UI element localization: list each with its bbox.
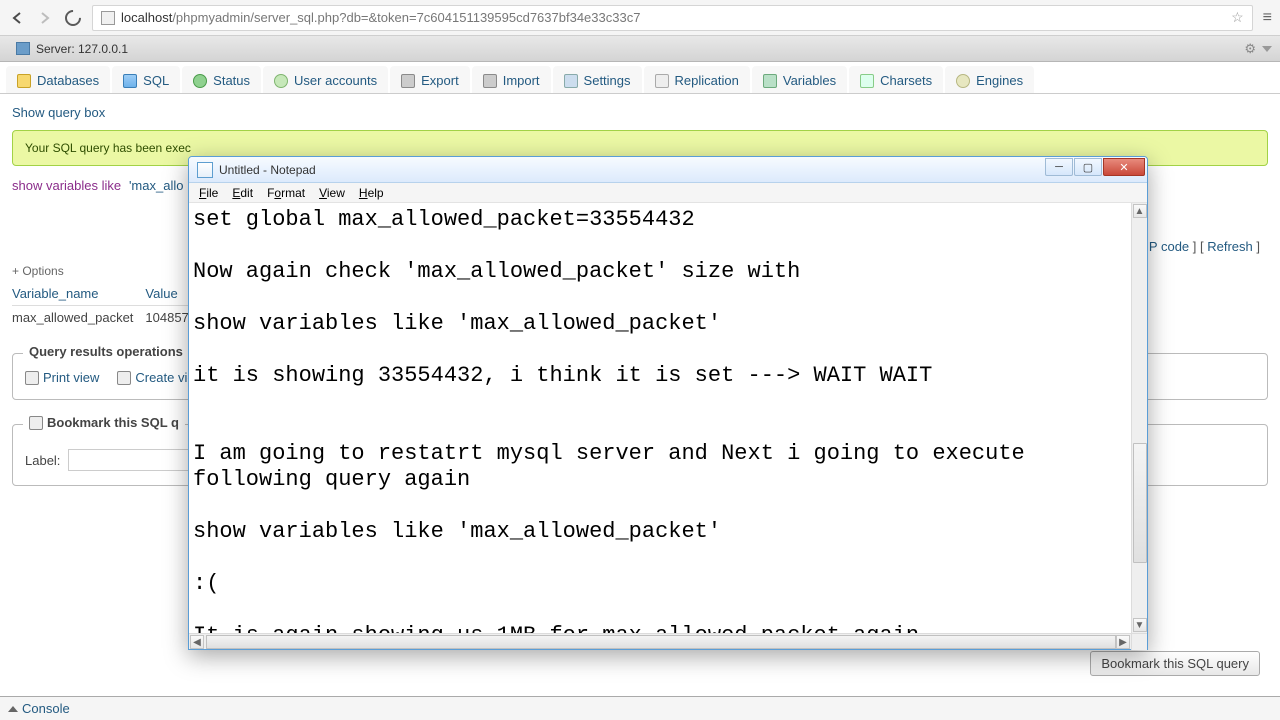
scroll-up-icon[interactable]: ▲	[1133, 204, 1147, 218]
menu-format[interactable]: Format	[261, 185, 311, 201]
sql-icon	[123, 74, 137, 88]
charsets-icon	[860, 74, 874, 88]
show-query-box-link[interactable]: Show query box	[12, 105, 105, 120]
browser-menu-icon[interactable]: ≡	[1263, 9, 1272, 27]
engines-icon	[956, 74, 970, 88]
table-header-row: Variable_name Value	[12, 282, 208, 306]
server-icon	[16, 42, 30, 55]
tab-settings[interactable]: Settings	[553, 66, 642, 93]
menu-view[interactable]: View	[313, 185, 351, 201]
settings-icon	[564, 74, 578, 88]
top-tabs: Databases SQL Status User accounts Expor…	[0, 62, 1280, 94]
notepad-window: Untitled - Notepad ─ ▢ ✕ File Edit Forma…	[188, 156, 1148, 650]
tab-charsets[interactable]: Charsets	[849, 66, 943, 93]
notepad-icon	[197, 162, 213, 178]
tab-import[interactable]: Import	[472, 66, 551, 93]
server-label: Server: 127.0.0.1	[36, 42, 128, 56]
replication-icon	[655, 74, 669, 88]
tab-variables[interactable]: Variables	[752, 66, 847, 93]
import-icon	[483, 74, 497, 88]
tab-export[interactable]: Export	[390, 66, 470, 93]
create-view-link[interactable]: Create vie	[117, 370, 194, 385]
console-label: Console	[22, 701, 70, 716]
collapse-icon[interactable]	[1262, 46, 1272, 52]
scroll-corner	[1131, 634, 1147, 650]
reload-button[interactable]	[64, 9, 82, 27]
page-icon	[101, 11, 115, 25]
close-button[interactable]: ✕	[1103, 158, 1145, 176]
scrollbar-vertical[interactable]: ▲ ▼	[1131, 203, 1147, 633]
notepad-text-area[interactable]: set global max_allowed_packet=33554432 N…	[189, 203, 1131, 649]
create-view-icon	[117, 371, 131, 385]
database-icon	[17, 74, 31, 88]
minimize-button[interactable]: ─	[1045, 158, 1073, 176]
tab-databases[interactable]: Databases	[6, 66, 110, 93]
scroll-thumb-horizontal[interactable]	[206, 635, 1116, 649]
menu-file[interactable]: File	[193, 185, 224, 201]
col-variable-name[interactable]: Variable_name	[12, 282, 145, 306]
address-bar[interactable]: localhost/phpmyadmin/server_sql.php?db=&…	[92, 5, 1253, 31]
result-action-links: P code ] [ Refresh ]	[1149, 239, 1260, 254]
refresh-link[interactable]: Refresh	[1207, 239, 1253, 254]
status-icon	[193, 74, 207, 88]
scroll-right-icon[interactable]: ▶	[1116, 635, 1130, 649]
browser-toolbar: localhost/phpmyadmin/server_sql.php?db=&…	[0, 0, 1280, 36]
forward-button[interactable]	[36, 9, 54, 27]
tab-engines[interactable]: Engines	[945, 66, 1034, 93]
scroll-left-icon[interactable]: ◀	[190, 635, 204, 649]
server-breadcrumb: Server: 127.0.0.1 ⚙	[0, 36, 1280, 62]
php-code-link[interactable]: P code	[1149, 239, 1189, 254]
gear-icon[interactable]: ⚙	[1244, 41, 1256, 57]
maximize-button[interactable]: ▢	[1074, 158, 1102, 176]
bookmark-label: Label:	[25, 453, 60, 468]
bookmark-sql-button[interactable]: Bookmark this SQL query	[1090, 651, 1260, 676]
menu-edit[interactable]: Edit	[226, 185, 259, 201]
print-icon	[25, 371, 39, 385]
tab-status[interactable]: Status	[182, 66, 261, 93]
bookmark-icon	[29, 416, 43, 430]
print-view-link[interactable]: Print view	[25, 370, 99, 385]
users-icon	[274, 74, 288, 88]
bookmark-legend: Bookmark this SQL q	[23, 415, 185, 430]
console-expand-icon	[8, 706, 18, 712]
notepad-titlebar[interactable]: Untitled - Notepad ─ ▢ ✕	[189, 157, 1147, 183]
console-bar[interactable]: Console	[0, 696, 1280, 720]
notepad-menubar: File Edit Format View Help	[189, 183, 1147, 203]
table-row: max_allowed_packet 1048576	[12, 306, 208, 330]
url-text: localhost/phpmyadmin/server_sql.php?db=&…	[121, 10, 640, 25]
bookmark-star-icon[interactable]: ☆	[1231, 9, 1244, 26]
tab-user-accounts[interactable]: User accounts	[263, 66, 388, 93]
tab-sql[interactable]: SQL	[112, 66, 180, 93]
notepad-title: Untitled - Notepad	[219, 163, 316, 177]
tab-replication[interactable]: Replication	[644, 66, 750, 93]
export-icon	[401, 74, 415, 88]
scrollbar-horizontal[interactable]: ◀ ▶	[189, 633, 1147, 649]
back-button[interactable]	[8, 9, 26, 27]
qops-legend: Query results operations	[23, 344, 189, 359]
notepad-body: set global max_allowed_packet=33554432 N…	[189, 203, 1147, 649]
scroll-down-icon[interactable]: ▼	[1133, 618, 1147, 632]
scroll-thumb-vertical[interactable]	[1133, 443, 1147, 563]
menu-help[interactable]: Help	[353, 185, 390, 201]
variables-icon	[763, 74, 777, 88]
result-table: Variable_name Value max_allowed_packet 1…	[12, 282, 208, 329]
